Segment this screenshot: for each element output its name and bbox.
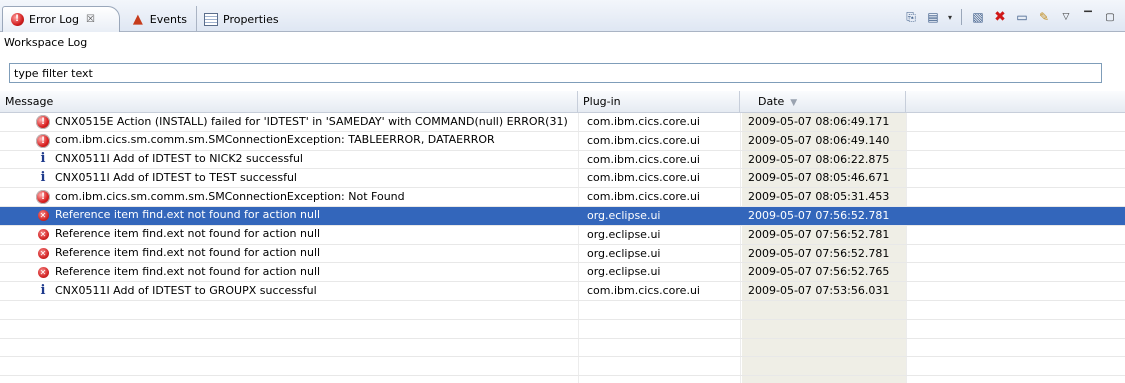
message-text: CNX0511I Add of IDTEST to NICK2 successf…: [55, 152, 303, 166]
minimize-icon[interactable]: ▔: [1079, 8, 1097, 26]
date-cell: 2009-05-07 07:56:52.781: [748, 246, 890, 260]
error-log-icon: !: [10, 13, 24, 27]
column-header-date[interactable]: Date ▼: [740, 91, 906, 112]
error-x-icon: ✕: [36, 228, 50, 242]
table-row[interactable]: i CNX0511I Add of IDTEST to TEST successf…: [0, 169, 1125, 189]
message-text: Reference item find.ext not found for ac…: [55, 208, 321, 222]
table-row[interactable]: ! CNX0515E Action (INSTALL) failed for 'I…: [0, 113, 1125, 132]
plugin-cell: org.eclipse.ui: [587, 208, 661, 222]
tab-events-label: Events: [149, 12, 187, 26]
table-row[interactable]: ✕ Reference item find.ext not found for a…: [0, 263, 1125, 283]
date-cell: 2009-05-07 07:56:52.781: [748, 227, 890, 241]
empty-row: [0, 339, 1125, 358]
dropdown-icon[interactable]: ▾: [946, 8, 954, 26]
table-row[interactable]: i CNX0511I Add of IDTEST to NICK2 success…: [0, 151, 1125, 170]
sort-descending-icon: ▼: [790, 98, 798, 108]
message-cell: ✕ Reference item find.ext not found for a…: [36, 263, 576, 281]
info-icon: i: [40, 282, 46, 298]
maximize-icon[interactable]: ▢: [1101, 8, 1119, 26]
table-row[interactable]: ! com.ibm.cics.sm.comm.sm.SMConnectionExc…: [0, 188, 1125, 207]
view-menu-icon[interactable]: ▽: [1057, 8, 1075, 26]
date-cell: 2009-05-07 07:53:56.031: [748, 284, 890, 298]
tab-error-log-label: Error Log: [29, 13, 79, 26]
plugin-cell: org.eclipse.ui: [587, 227, 661, 241]
table-row[interactable]: ! com.ibm.cics.sm.comm.sm.SMConnectionExc…: [0, 132, 1125, 151]
message-text: Reference item find.ext not found for ac…: [55, 227, 321, 241]
date-cell: 2009-05-07 08:06:49.140: [748, 133, 890, 147]
date-cell: 2009-05-07 08:06:22.875: [748, 152, 890, 166]
message-cell: ✕ Reference item find.ext not found for a…: [36, 245, 576, 263]
info-icon: i: [40, 169, 46, 185]
date-cell: 2009-05-07 08:05:46.671: [748, 171, 890, 185]
workspace-log-title: Workspace Log: [4, 36, 88, 49]
message-text: com.ibm.cics.sm.comm.sm.SMConnectionExce…: [55, 133, 495, 147]
empty-row: [0, 357, 1125, 377]
import-log-icon[interactable]: ▤: [924, 8, 942, 26]
tab-error-log[interactable]: ! Error Log ☒: [2, 6, 120, 32]
table-header: Message Plug-in Date ▼: [0, 91, 1125, 113]
close-icon[interactable]: ☒: [86, 14, 95, 25]
restore-log-icon[interactable]: ✎: [1035, 8, 1053, 26]
error-icon: !: [36, 133, 50, 148]
plugin-cell: com.ibm.cics.core.ui: [587, 152, 700, 166]
log-table: Message Plug-in Date ▼ ! CNX0515E Action (…: [0, 91, 1125, 383]
date-cell: 2009-05-07 08:05:31.453: [748, 190, 890, 204]
error-x-icon: ✕: [36, 265, 50, 279]
table-row[interactable]: i CNX0511I Add of IDTEST to GROUPX succes…: [0, 282, 1125, 301]
empty-row: [0, 301, 1125, 320]
filter-input[interactable]: [9, 63, 1102, 83]
properties-icon: [204, 12, 218, 26]
plugin-cell: com.ibm.cics.core.ui: [587, 190, 700, 204]
date-cell: 2009-05-07 07:56:52.781: [742, 206, 906, 225]
export-log-icon[interactable]: ⎘: [902, 8, 920, 26]
message-cell: ! com.ibm.cics.sm.comm.sm.SMConnectionExc…: [36, 188, 576, 206]
table-row[interactable]: ✕ Reference item find.ext not found for a…: [0, 206, 1125, 226]
info-icon: i: [40, 151, 46, 167]
view-toolbar: ⎘ ▤ ▾ ▧ ✖ ▭ ✎ ▽ ▔ ▢: [902, 6, 1119, 28]
plugin-cell: com.ibm.cics.core.ui: [587, 284, 700, 298]
plugin-cell: com.ibm.cics.core.ui: [587, 171, 700, 185]
plugin-cell: org.eclipse.ui: [587, 246, 661, 260]
tab-properties-label: Properties: [223, 12, 279, 26]
tab-events[interactable]: ▲ Events: [124, 6, 194, 32]
table-row[interactable]: ✕ Reference item find.ext not found for a…: [0, 226, 1125, 245]
date-cell: 2009-05-07 07:56:52.765: [748, 265, 890, 279]
message-cell: ! CNX0515E Action (INSTALL) failed for 'I…: [36, 113, 576, 131]
view-tab-bar: ! Error Log ☒ ▲ Events Properties ⎘ ▤ ▾ …: [0, 0, 1125, 32]
error-icon: !: [36, 114, 50, 129]
table-row[interactable]: ✕ Reference item find.ext not found for a…: [0, 245, 1125, 264]
message-cell: i CNX0511I Add of IDTEST to GROUPX succes…: [36, 282, 576, 300]
message-cell: i CNX0511I Add of IDTEST to TEST successf…: [36, 169, 576, 187]
bell-icon: ▲: [132, 11, 143, 27]
column-header-plugin[interactable]: Plug-in: [578, 91, 740, 112]
plugin-cell: com.ibm.cics.core.ui: [587, 133, 700, 147]
error-x-icon: ✕: [36, 246, 50, 260]
error-icon: !: [36, 190, 50, 205]
column-header-date-label: Date: [758, 95, 785, 108]
clear-log-icon[interactable]: ▧: [969, 8, 987, 26]
message-text: Reference item find.ext not found for ac…: [55, 246, 321, 260]
message-text: com.ibm.cics.sm.comm.sm.SMConnectionExce…: [55, 189, 405, 203]
error-x-icon: ✕: [36, 209, 50, 223]
tab-properties[interactable]: Properties: [196, 6, 280, 32]
message-text: CNX0515E Action (INSTALL) failed for 'ID…: [55, 114, 568, 128]
message-cell: ✕ Reference item find.ext not found for a…: [36, 226, 576, 244]
column-header-message[interactable]: Message: [0, 91, 578, 112]
message-cell: ! com.ibm.cics.sm.comm.sm.SMConnectionExc…: [36, 132, 576, 150]
toolbar-separator: [961, 9, 962, 25]
open-log-icon[interactable]: ▭: [1013, 8, 1031, 26]
message-cell: i CNX0511I Add of IDTEST to NICK2 success…: [36, 151, 576, 169]
message-text: CNX0511I Add of IDTEST to TEST successfu…: [55, 170, 297, 184]
empty-row: [0, 320, 1125, 339]
delete-log-icon[interactable]: ✖: [991, 8, 1009, 26]
plugin-cell: org.eclipse.ui: [587, 265, 661, 279]
message-cell: ✕ Reference item find.ext not found for a…: [36, 207, 576, 225]
message-text: Reference item find.ext not found for ac…: [55, 264, 321, 278]
date-cell: 2009-05-07 08:06:49.171: [748, 115, 890, 128]
message-text: CNX0511I Add of IDTEST to GROUPX success…: [55, 283, 317, 297]
plugin-cell: com.ibm.cics.core.ui: [587, 115, 700, 128]
log-rows: ! CNX0515E Action (INSTALL) failed for 'I…: [0, 113, 1125, 377]
